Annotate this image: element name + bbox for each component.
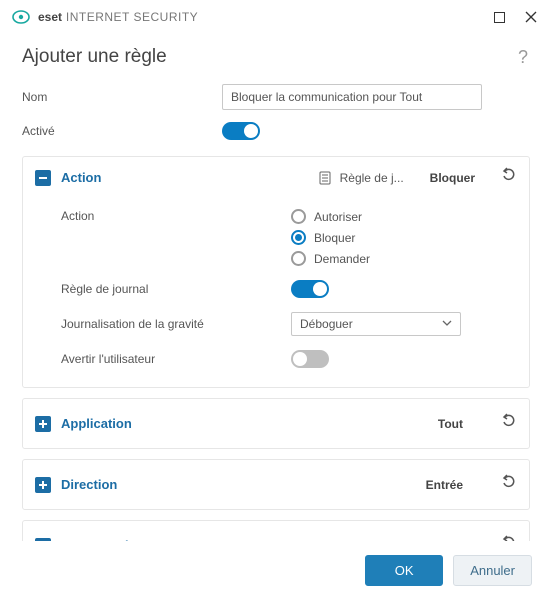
undo-icon[interactable] [501, 535, 517, 541]
severity-select[interactable]: Déboguer [291, 312, 461, 336]
window-maximize-icon[interactable] [488, 6, 510, 28]
undo-icon[interactable] [501, 474, 517, 495]
expand-icon [35, 416, 51, 432]
title-bar: eset INTERNET SECURITY [0, 0, 550, 34]
expand-icon [35, 477, 51, 493]
section-action-header[interactable]: Action Règle de j... Bloquer [23, 157, 529, 198]
eset-logo-icon [12, 8, 30, 26]
section-application-header[interactable]: Application Tout [23, 399, 529, 448]
radio-ask[interactable]: Demander [291, 251, 370, 266]
chevron-down-icon [442, 317, 452, 331]
radio-block[interactable]: Bloquer [291, 230, 370, 245]
section-action-journal-summary: Règle de j... [340, 171, 404, 185]
content-scroll[interactable]: Nom Activé Action Règle de j... Bloquer … [0, 74, 550, 541]
journal-icon [318, 171, 332, 185]
window-close-icon[interactable] [520, 6, 542, 28]
section-application-title: Application [61, 416, 132, 431]
section-protocol-value: TCP et UDP [397, 539, 491, 542]
undo-icon[interactable] [501, 413, 517, 434]
expand-icon [35, 538, 51, 542]
journal-rule-label: Règle de journal [61, 282, 291, 296]
section-direction: Direction Entrée [22, 459, 530, 510]
enabled-label: Activé [22, 124, 222, 138]
page-title: Ajouter une règle [22, 46, 167, 68]
ok-button[interactable]: OK [365, 555, 443, 586]
section-direction-header[interactable]: Direction Entrée [23, 460, 529, 509]
section-application: Application Tout [22, 398, 530, 449]
action-radios: Autoriser Bloquer Demander [291, 209, 370, 266]
footer: OK Annuler [0, 541, 550, 600]
name-label: Nom [22, 90, 222, 104]
severity-label: Journalisation de la gravité [61, 317, 291, 331]
section-action-summary: Bloquer [430, 171, 475, 185]
help-icon[interactable]: ? [518, 47, 528, 68]
page-header: Ajouter une règle ? [0, 34, 550, 74]
enabled-toggle[interactable] [222, 122, 260, 140]
warn-user-label: Avertir l'utilisateur [61, 352, 291, 366]
section-action: Action Règle de j... Bloquer Action Auto… [22, 156, 530, 388]
section-application-value: Tout [438, 417, 491, 431]
section-action-title: Action [61, 170, 101, 185]
rule-name-input[interactable] [222, 84, 482, 110]
section-direction-value: Entrée [426, 478, 491, 492]
undo-icon[interactable] [501, 167, 517, 188]
journal-rule-toggle[interactable] [291, 280, 329, 298]
warn-user-toggle[interactable] [291, 350, 329, 368]
action-field-label: Action [61, 209, 291, 223]
section-protocol-header[interactable]: IP protocol TCP et UDP [23, 521, 529, 541]
section-protocol: IP protocol TCP et UDP [22, 520, 530, 541]
radio-allow[interactable]: Autoriser [291, 209, 370, 224]
section-direction-title: Direction [61, 477, 117, 492]
collapse-icon [35, 170, 51, 186]
cancel-button[interactable]: Annuler [453, 555, 532, 586]
section-protocol-title: IP protocol [61, 538, 129, 541]
brand-text: eset INTERNET SECURITY [38, 10, 198, 24]
